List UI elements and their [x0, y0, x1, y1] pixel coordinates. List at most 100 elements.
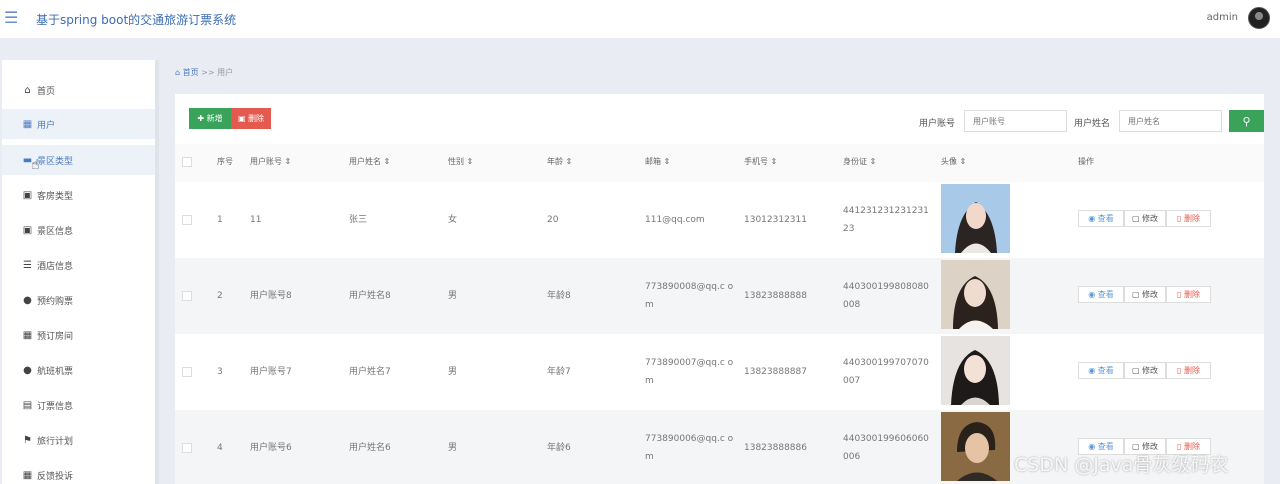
sidebar-item-scenic-info[interactable]: ▣ 景区信息: [2, 215, 155, 245]
column-gender[interactable]: 性别 ⇕: [448, 156, 473, 167]
cell-age: 20: [547, 215, 559, 225]
column-avatar[interactable]: 头像 ⇕: [941, 156, 966, 167]
row-checkbox[interactable]: [182, 291, 192, 301]
cell-phone: 13823888888: [744, 291, 807, 301]
breadcrumb-current: 用户: [217, 68, 234, 77]
search-name-input[interactable]: [1119, 110, 1222, 132]
plus-icon: ✚: [197, 114, 207, 123]
eye-icon: ◉: [1088, 290, 1098, 299]
menu-toggle-icon[interactable]: ☰: [4, 9, 22, 27]
cell-name: 张三: [349, 215, 368, 225]
column-age[interactable]: 年龄 ⇕: [547, 156, 572, 167]
sliders-icon: ☰: [23, 259, 32, 271]
table-row: 3 用户账号7 用户姓名7 男 年龄7 773890007@qq.c om 13…: [175, 334, 1264, 410]
select-all-checkbox[interactable]: [182, 157, 192, 167]
cell-index: 2: [217, 291, 223, 301]
search-button[interactable]: ⚲: [1229, 110, 1264, 132]
user-avatar[interactable]: [1248, 7, 1270, 29]
grid-icon: ▦: [22, 118, 33, 130]
sidebar: ⌂ 首页 ▦ 用户 ▬ 景区类型 ▣ 客房类型 ▣ 景区信息 ☰ 酒店信息 ● 预约购票 ▦ 预…: [2, 60, 159, 484]
cell-index: 3: [217, 367, 223, 377]
current-user-name[interactable]: admin: [1207, 12, 1238, 23]
column-name[interactable]: 用户姓名 ⇕: [349, 156, 390, 167]
sidebar-item-travel-plan[interactable]: ⚑ 旅行计划: [2, 425, 155, 455]
user-icon: ●: [23, 364, 32, 376]
trash-icon: ▯: [1177, 214, 1184, 223]
cell-index: 4: [217, 443, 223, 453]
eye-icon: ◉: [1088, 366, 1098, 375]
row-checkbox[interactable]: [182, 367, 192, 377]
trash-icon: ▯: [1177, 290, 1184, 299]
edit-button[interactable]: ▢ 修改: [1124, 362, 1166, 379]
cell-name: 用户姓名8: [349, 291, 391, 301]
top-bar: ☰ 基于spring boot的交通旅游订票系统 admin: [0, 0, 1280, 38]
cell-name: 用户姓名7: [349, 367, 391, 377]
batch-delete-button[interactable]: ▣ 删除: [231, 108, 271, 129]
sidebar-item-room-type[interactable]: ▣ 客房类型: [2, 180, 155, 210]
cell-account: 11: [250, 215, 262, 225]
sidebar-item-users[interactable]: ▦ 用户: [2, 109, 155, 139]
sidebar-item-room-booking[interactable]: ▦ 预订房间: [2, 320, 155, 350]
view-button[interactable]: ◉ 查看: [1078, 362, 1124, 379]
row-checkbox[interactable]: [182, 443, 192, 453]
search-account-label: 用户账号: [919, 119, 956, 129]
cell-account: 用户账号6: [250, 443, 292, 453]
table-row: 2 用户账号8 用户姓名8 男 年龄8 773890008@qq.c om 13…: [175, 258, 1264, 334]
sidebar-item-booking-info[interactable]: ▤ 订票信息: [2, 390, 155, 420]
cell-name: 用户姓名6: [349, 443, 391, 453]
search-name-label: 用户姓名: [1074, 119, 1111, 129]
row-checkbox[interactable]: [182, 215, 192, 225]
cell-gender: 男: [448, 443, 458, 453]
sidebar-item-home[interactable]: ⌂ 首页: [2, 75, 155, 105]
cell-account: 用户账号8: [250, 291, 292, 301]
cell-phone: 13823888886: [744, 443, 807, 453]
edit-icon: ▢: [1131, 290, 1143, 299]
avatar-photo: [941, 336, 1010, 405]
cell-gender: 男: [448, 291, 458, 301]
cell-index: 1: [217, 215, 223, 225]
delete-button[interactable]: ▯ 删除: [1166, 362, 1211, 379]
app-title: 基于spring boot的交通旅游订票系统: [36, 13, 237, 27]
edit-icon: ▢: [1131, 214, 1143, 223]
sidebar-item-scenic-type[interactable]: ▬ 景区类型: [2, 145, 155, 175]
edit-button[interactable]: ▢ 修改: [1124, 286, 1166, 303]
cell-gender: 女: [448, 215, 458, 225]
column-account[interactable]: 用户账号 ⇕: [250, 156, 291, 167]
sidebar-item-hotel-info[interactable]: ☰ 酒店信息: [2, 250, 155, 280]
cell-email: 773890006@qq.c om: [645, 434, 734, 462]
document-icon: ▤: [22, 399, 33, 411]
grid-icon: ▦: [22, 329, 33, 341]
breadcrumb-separator: >>: [201, 68, 215, 77]
cell-id-card: 440300199707070 007: [843, 358, 929, 386]
sidebar-item-ticket-booking[interactable]: ● 预约购票: [2, 285, 155, 315]
cell-age: 年龄7: [547, 367, 571, 377]
cell-email: 111@qq.com: [645, 215, 705, 225]
breadcrumb: ⌂ 首页 >> 用户: [175, 67, 233, 78]
add-button[interactable]: ✚ 新增: [189, 108, 231, 129]
edit-button[interactable]: ▢ 修改: [1124, 210, 1166, 227]
avatar-photo: [941, 184, 1010, 253]
flag-icon: ⚑: [23, 434, 32, 446]
clipboard-icon: ▣: [22, 189, 33, 201]
column-email[interactable]: 邮箱 ⇕: [645, 156, 670, 167]
cell-account: 用户账号7: [250, 367, 292, 377]
breadcrumb-home[interactable]: ⌂ 首页: [175, 68, 199, 77]
column-id-card[interactable]: 身份证 ⇕: [843, 156, 876, 167]
column-phone[interactable]: 手机号 ⇕: [744, 156, 777, 167]
eye-icon: ◉: [1088, 214, 1098, 223]
sidebar-item-flights[interactable]: ● 航班机票: [2, 355, 155, 385]
view-button[interactable]: ◉ 查看: [1078, 210, 1124, 227]
view-button[interactable]: ◉ 查看: [1078, 286, 1124, 303]
cell-id-card: 440300199808080 008: [843, 282, 929, 310]
cell-email: 773890007@qq.c om: [645, 358, 734, 386]
table-row: 1 11 张三 女 20 111@qq.com 13012312311 4412…: [175, 182, 1264, 258]
cell-gender: 男: [448, 367, 458, 377]
sidebar-item-feedback[interactable]: ▦ 反馈投诉: [2, 460, 155, 484]
delete-button[interactable]: ▯ 删除: [1166, 210, 1211, 227]
delete-button[interactable]: ▯ 删除: [1166, 286, 1211, 303]
search-icon: ⚲: [1242, 114, 1251, 128]
search-account-input[interactable]: [964, 110, 1067, 132]
watermark: CSDN @Java骨灰级码农: [1014, 454, 1229, 476]
user-icon: ●: [23, 294, 32, 306]
avatar-photo: [941, 260, 1010, 329]
